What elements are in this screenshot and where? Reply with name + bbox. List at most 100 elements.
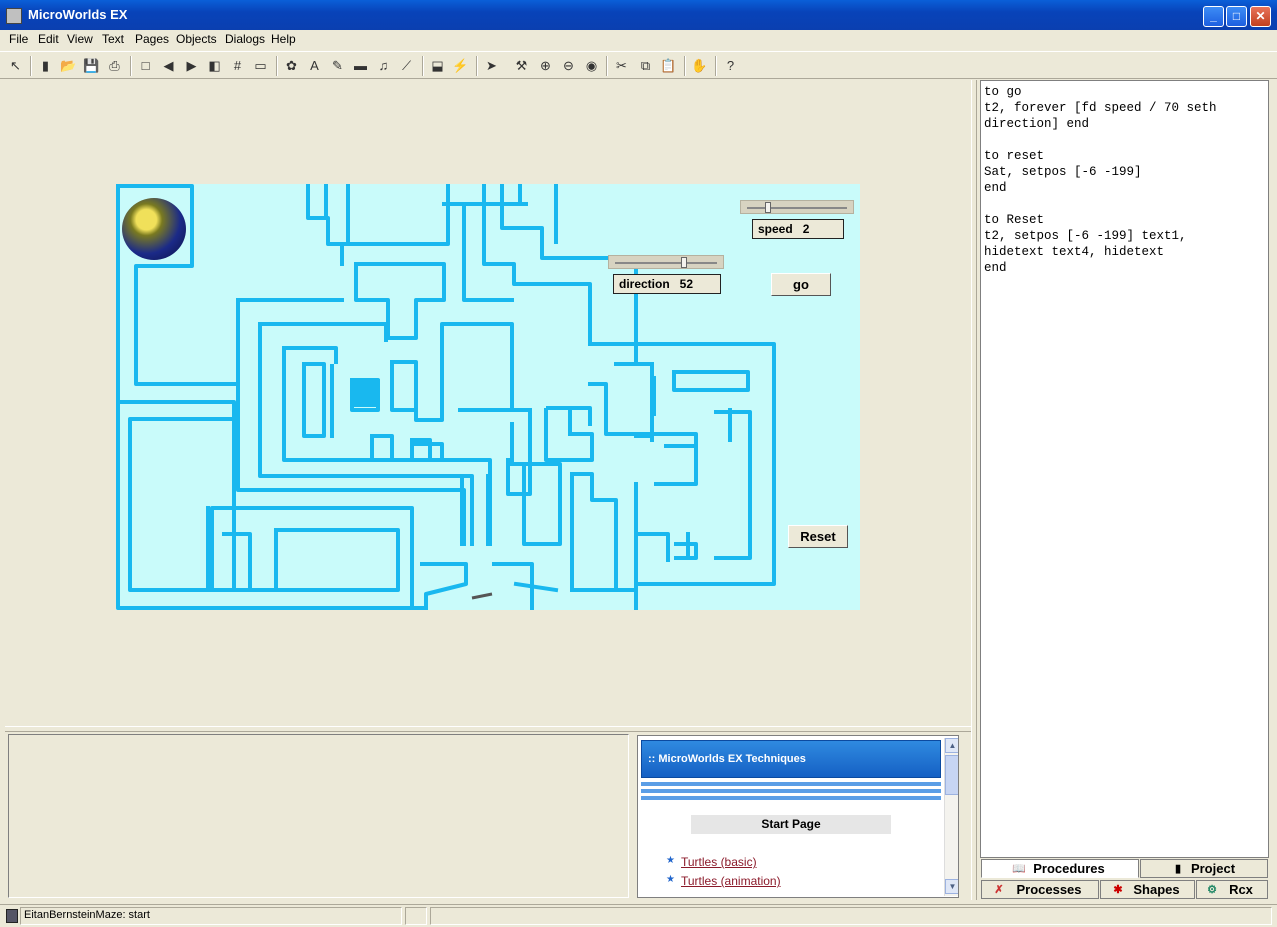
project-icon: ▮ (1174, 863, 1182, 875)
help-header: :: MicroWorlds EX Techniques (641, 740, 941, 778)
tab-shapes-label: Shapes (1133, 882, 1180, 897)
procedure-line[interactable]: end (984, 260, 1268, 276)
print-icon[interactable]: ⎙ (104, 55, 125, 76)
frame-icon[interactable]: ▭ (250, 55, 271, 76)
procedure-line[interactable]: to reset (984, 148, 1268, 164)
procedures-editor[interactable]: to go t2, forever [fd speed / 70 seth dire… (980, 80, 1269, 858)
help-link-turtles-animation[interactable]: Turtles (animation) (681, 874, 781, 888)
menu-help[interactable]: Help (271, 32, 296, 46)
earth-turtle[interactable] (122, 198, 186, 260)
menu-view[interactable]: View (67, 32, 93, 46)
scroll-thumb[interactable] (945, 755, 958, 795)
direction-slider[interactable] (608, 255, 724, 269)
help-scrollbar[interactable]: ▲ ▼ (944, 738, 958, 896)
toolbar: ↖ ▮ 📂 💾 ⎙ □ ◀ ▶ ◧ # ▭ ✿ A ✎ ▬ ♫ ⟋ ⬓ ⚡ ➤ ⚒ ⊕ ⊖ ◉ ✂ ⧉ 📋 ✋? (0, 51, 1277, 79)
new-page-icon[interactable]: □ (135, 55, 156, 76)
open-icon[interactable]: 📂 (58, 55, 79, 76)
tab-procedures-label: Procedures (1033, 861, 1105, 876)
maze-walls (116, 184, 776, 610)
turtle-icon[interactable]: ✿ (281, 55, 302, 76)
title-bar: MicroWorlds EX _ □ ✕ (0, 0, 1277, 30)
procedure-line[interactable]: t2, setpos [-6 -199] text1, (984, 228, 1268, 244)
procedure-line[interactable]: hidetext text4, hidetext (984, 244, 1268, 260)
status-cell (430, 907, 1272, 925)
maze-stage[interactable]: speed 2 direction 52 go Reset (116, 184, 860, 610)
select-arrow-icon[interactable]: ➤ (481, 55, 502, 76)
previous-page-icon[interactable]: ◀ (158, 55, 179, 76)
menu-dialogs[interactable]: Dialogs (225, 32, 265, 46)
toolbar-separator (684, 56, 686, 76)
direction-value: 52 (679, 277, 694, 291)
help-stripe (641, 782, 941, 786)
tab-processes[interactable]: ✗ Processes (981, 880, 1099, 899)
stop-icon[interactable]: ✋ (689, 55, 710, 76)
toolbar-separator (422, 56, 424, 76)
procedure-line[interactable]: to Reset (984, 212, 1268, 228)
speed-slider[interactable] (740, 200, 854, 214)
bug-icon: ✱ (1113, 884, 1123, 896)
close-button[interactable]: ✕ (1250, 6, 1271, 27)
cut-icon[interactable]: ✂ (611, 55, 632, 76)
menu-pages[interactable]: Pages (135, 32, 169, 46)
pointer-tool-icon[interactable]: ↖ (5, 55, 26, 76)
stamp-icon[interactable]: ⬓ (427, 55, 448, 76)
toolbar-separator (715, 56, 717, 76)
menu-objects[interactable]: Objects (176, 32, 217, 46)
slider-icon[interactable]: ⟋ (396, 55, 417, 76)
help-icon[interactable]: ? (720, 55, 741, 76)
zoom-in-icon[interactable]: ⊕ (535, 55, 556, 76)
speed-value: 2 (802, 222, 810, 236)
tab-procedures[interactable]: 📖 Procedures (981, 859, 1139, 878)
help-link-turtles-basic[interactable]: Turtles (basic) (681, 855, 757, 869)
turtle-sprite (471, 592, 493, 600)
tab-rcx[interactable]: ⚙ Rcx (1196, 880, 1268, 899)
procedure-line[interactable] (984, 132, 1268, 148)
copy-icon[interactable]: ⧉ (635, 55, 656, 76)
status-note-icon[interactable] (405, 907, 427, 925)
procedure-line[interactable]: t2, forever [fd speed / 70 seth (984, 100, 1268, 116)
procedure-line[interactable]: to go (984, 84, 1268, 100)
button-icon[interactable]: ▬ (350, 55, 371, 76)
command-center[interactable] (8, 734, 629, 898)
procedure-line[interactable]: direction] end (984, 116, 1268, 132)
next-page-icon[interactable]: ▶ (181, 55, 202, 76)
zoom-out-icon[interactable]: ⊖ (558, 55, 579, 76)
minimize-button[interactable]: _ (1203, 6, 1224, 27)
go-button[interactable]: go (771, 273, 831, 296)
vertical-splitter[interactable] (971, 80, 977, 900)
tab-processes-label: Processes (1016, 882, 1082, 897)
hatch-icon[interactable]: ⚒ (511, 55, 532, 76)
magic-icon[interactable]: ⚡ (450, 55, 471, 76)
maximize-button[interactable]: □ (1226, 6, 1247, 27)
scroll-up-icon[interactable]: ▲ (945, 738, 958, 753)
grid-icon[interactable]: # (227, 55, 248, 76)
procedure-line[interactable] (984, 196, 1268, 212)
tab-rcx-label: Rcx (1229, 882, 1253, 897)
procedure-line[interactable]: Sat, setpos [-6 -199] (984, 164, 1268, 180)
star-bullet-icon: ★ (666, 855, 675, 866)
horizontal-splitter[interactable] (5, 726, 971, 732)
new-project-icon[interactable]: ▮ (35, 55, 56, 76)
page-view-icon[interactable]: ◧ (204, 55, 225, 76)
text-box-icon[interactable]: A (304, 55, 325, 76)
save-icon[interactable]: 💾 (81, 55, 102, 76)
procedures-icon: 📖 (1012, 863, 1026, 875)
status-bar: EitanBernsteinMaze: start (0, 904, 1277, 927)
menu-edit[interactable]: Edit (38, 32, 59, 46)
toolbar-separator (276, 56, 278, 76)
paste-icon[interactable]: 📋 (658, 55, 679, 76)
menu-text[interactable]: Text (102, 32, 124, 46)
paint-icon[interactable]: ✎ (327, 55, 348, 76)
eye-icon[interactable]: ◉ (581, 55, 602, 76)
direction-slider-thumb[interactable] (681, 257, 687, 268)
scroll-down-icon[interactable]: ▼ (945, 879, 958, 894)
reset-button[interactable]: Reset (788, 525, 848, 548)
window-title: MicroWorlds EX (28, 7, 128, 22)
tab-project[interactable]: ▮ Project (1140, 859, 1268, 878)
music-icon[interactable]: ♫ (373, 55, 394, 76)
menu-file[interactable]: File (9, 32, 28, 46)
direction-display: direction 52 (613, 274, 721, 294)
procedure-line[interactable]: end (984, 180, 1268, 196)
speed-slider-thumb[interactable] (765, 202, 771, 213)
tab-shapes[interactable]: ✱ Shapes (1100, 880, 1195, 899)
